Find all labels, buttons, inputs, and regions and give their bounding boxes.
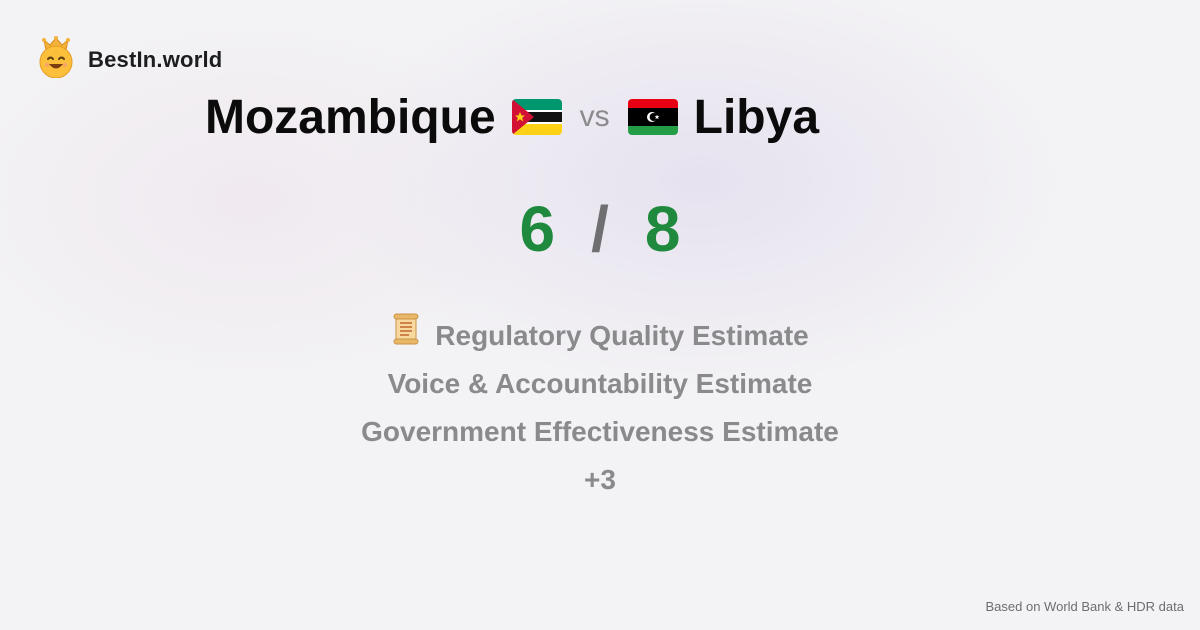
score-b: 8 [644,193,681,265]
smiling-crown-face-icon [38,36,74,83]
libya-flag-icon [627,99,678,135]
country-b-name: Libya [693,90,820,144]
score-separator: / [591,193,609,265]
brand-name: BestIn.world [88,46,223,72]
mozambique-flag-icon [511,99,562,135]
metric-item: Regulatory Quality Estimate [391,312,809,361]
comparison-title: Mozambique vs Libya [0,82,1024,152]
metric-item: Government Effectiveness Estimate [361,408,839,456]
score-a: 6 [519,193,556,265]
vs-label: vs [579,100,610,133]
data-source-note: Based on World Bank & HDR data [985,599,1184,614]
metric-item: Voice & Accountability Estimate [388,360,813,408]
metric-label: Voice & Accountability Estimate [387,368,813,399]
brand: BestIn.world [38,36,222,83]
scroll-icon [391,312,421,361]
metric-label: +3 [584,464,616,495]
metric-label: Regulatory Quality Estimate [435,320,809,351]
score: 6 / 8 [0,192,1200,266]
metrics-list: Regulatory Quality Estimate Voice & Acco… [0,312,1200,504]
country-a-name: Mozambique [204,90,496,144]
more-metrics-count: +3 [584,456,616,504]
metric-label: Government Effectiveness Estimate [361,416,839,447]
